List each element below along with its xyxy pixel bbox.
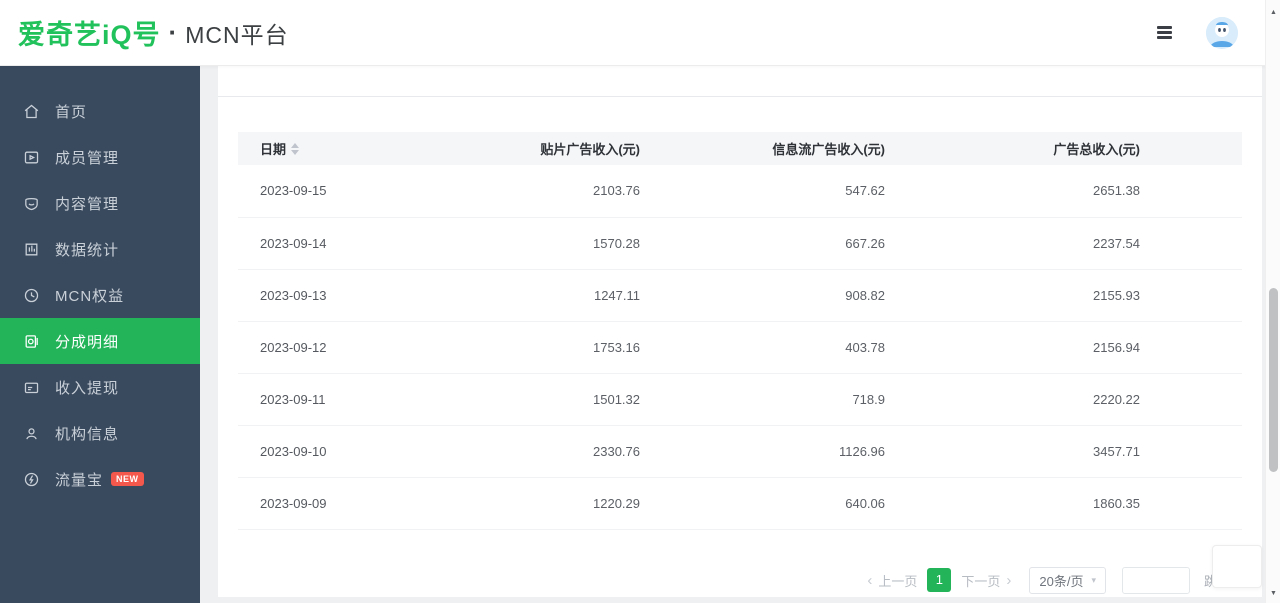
cell-date: 2023-09-13 (238, 269, 438, 321)
toolbar-strip (218, 66, 1262, 97)
sidebar-item-mcn-rights[interactable]: MCN权益 (0, 272, 200, 318)
cell-date: 2023-09-12 (238, 321, 438, 373)
main-content: 日期 贴片广告收入(元) 信息流广告收入(元) 广告总收入(元) 2023-09… (200, 66, 1280, 603)
user-avatar[interactable] (1206, 17, 1238, 49)
table-row: 2023-09-15 2103.76 547.62 2651.38 (238, 165, 1242, 217)
cell-total: 2651.38 (885, 165, 1140, 217)
table-header-row: 日期 贴片广告收入(元) 信息流广告收入(元) 广告总收入(元) (238, 132, 1242, 165)
cell-feed: 667.26 (640, 217, 885, 269)
page-size-select[interactable]: 20条/页 ▾ (1029, 567, 1106, 594)
column-header-total-ad-revenue: 广告总收入(元) (885, 132, 1140, 165)
cell-feed: 1126.96 (640, 425, 885, 477)
table-row: 2023-09-14 1570.28 667.26 2237.54 (238, 217, 1242, 269)
cell-preroll: 1247.11 (438, 269, 640, 321)
sidebar-item-traffic[interactable]: 流量宝 NEW (0, 456, 200, 502)
floating-widget[interactable] (1212, 545, 1262, 588)
column-header-preroll-ad-revenue: 贴片广告收入(元) (438, 132, 640, 165)
cell-total: 2155.93 (885, 269, 1140, 321)
sidebar-item-label: 收入提现 (55, 377, 119, 398)
sidebar-item-withdraw[interactable]: 收入提现 (0, 364, 200, 410)
cell-feed: 403.78 (640, 321, 885, 373)
prev-page-button[interactable]: ‹ 上一页 (867, 571, 917, 590)
cell-preroll: 2103.76 (438, 165, 640, 217)
sidebar-item-label: 分成明细 (55, 331, 119, 352)
cell-date: 2023-09-11 (238, 373, 438, 425)
cell-feed: 547.62 (640, 165, 885, 217)
sidebar-item-label: 首页 (55, 101, 87, 122)
cell-date: 2023-09-10 (238, 425, 438, 477)
scrollbar-thumb[interactable] (1269, 288, 1278, 472)
cell-total: 1860.35 (885, 477, 1140, 529)
brand-logo[interactable]: 爱奇艺iQ号 · MCN平台 (18, 13, 289, 52)
table-row: 2023-09-12 1753.16 403.78 2156.94 (238, 321, 1242, 373)
brand-logo-text: 爱奇艺iQ号 (18, 13, 161, 52)
chevron-down-icon: ▾ (1091, 575, 1096, 586)
revenue-table: 日期 贴片广告收入(元) 信息流广告收入(元) 广告总收入(元) 2023-09… (238, 132, 1242, 530)
sidebar-item-label: 流量宝 (55, 469, 103, 490)
sidebar-item-revenue-share[interactable]: 分成明细 (0, 318, 200, 364)
jump-page-input[interactable] (1122, 567, 1190, 594)
scrollbar-up-arrow-icon[interactable]: ▲ (1266, 9, 1280, 16)
cell-feed: 640.06 (640, 477, 885, 529)
clock-icon (23, 287, 40, 304)
hamburger-menu-icon[interactable] (1157, 24, 1172, 42)
sidebar-item-stats[interactable]: 数据统计 (0, 226, 200, 272)
cell-total: 2220.22 (885, 373, 1140, 425)
stats-book-icon (23, 241, 40, 258)
chevron-left-icon: ‹ (867, 573, 872, 588)
cell-preroll: 2330.76 (438, 425, 640, 477)
table-row: 2023-09-09 1220.29 640.06 1860.35 (238, 477, 1242, 529)
brand-subtitle: MCN平台 (185, 16, 288, 50)
sidebar-item-label: 机构信息 (55, 423, 119, 444)
page-number-button[interactable]: 1 (927, 568, 951, 592)
cell-feed: 908.82 (640, 269, 885, 321)
cell-date: 2023-09-09 (238, 477, 438, 529)
pagination: ‹ 上一页 1 下一页 › 20条/页 ▾ 跳转 (250, 567, 1230, 594)
sidebar-item-label: 成员管理 (55, 147, 119, 168)
cell-date: 2023-09-14 (238, 217, 438, 269)
cell-date: 2023-09-15 (238, 165, 438, 217)
cell-preroll: 1753.16 (438, 321, 640, 373)
cell-preroll: 1501.32 (438, 373, 640, 425)
person-icon (23, 425, 40, 442)
speedometer-icon (23, 471, 40, 488)
content-badge-icon (23, 195, 40, 212)
topbar-actions (1157, 17, 1252, 49)
column-header-feed-ad-revenue: 信息流广告收入(元) (640, 132, 885, 165)
ledger-icon (23, 333, 40, 350)
column-header-date[interactable]: 日期 (238, 132, 438, 165)
sidebar: 首页 成员管理 内容管理 数据统计 MCN权益 (0, 66, 200, 603)
sort-caret-icon[interactable] (291, 143, 299, 155)
column-header-spacer (1140, 132, 1242, 165)
sidebar-item-label: 内容管理 (55, 193, 119, 214)
home-icon (23, 103, 40, 120)
scrollbar-down-arrow-icon[interactable]: ▼ (1266, 590, 1280, 597)
app-root: 爱奇艺iQ号 · MCN平台 (0, 0, 1280, 603)
cell-total: 3457.71 (885, 425, 1140, 477)
cell-preroll: 1570.28 (438, 217, 640, 269)
sidebar-item-members[interactable]: 成员管理 (0, 134, 200, 180)
content-card: 日期 贴片广告收入(元) 信息流广告收入(元) 广告总收入(元) 2023-09… (218, 66, 1262, 597)
withdraw-card-icon (23, 379, 40, 396)
table-row: 2023-09-13 1247.11 908.82 2155.93 (238, 269, 1242, 321)
brand-logo-separator: · (169, 17, 178, 48)
table-row: 2023-09-11 1501.32 718.9 2220.22 (238, 373, 1242, 425)
sidebar-item-content[interactable]: 内容管理 (0, 180, 200, 226)
table-row: 2023-09-10 2330.76 1126.96 3457.71 (238, 425, 1242, 477)
cell-total: 2237.54 (885, 217, 1140, 269)
cell-feed: 718.9 (640, 373, 885, 425)
next-page-button[interactable]: 下一页 › (961, 571, 1011, 590)
cell-total: 2156.94 (885, 321, 1140, 373)
new-badge: NEW (111, 472, 144, 486)
top-header: 爱奇艺iQ号 · MCN平台 (0, 0, 1280, 66)
cell-preroll: 1220.29 (438, 477, 640, 529)
member-card-icon (23, 149, 40, 166)
sidebar-item-home[interactable]: 首页 (0, 88, 200, 134)
sidebar-item-label: 数据统计 (55, 239, 119, 260)
scrollbar[interactable]: ▲ ▼ (1265, 0, 1280, 603)
sidebar-item-label: MCN权益 (55, 285, 124, 306)
sidebar-item-org-info[interactable]: 机构信息 (0, 410, 200, 456)
chevron-right-icon: › (1006, 573, 1011, 588)
